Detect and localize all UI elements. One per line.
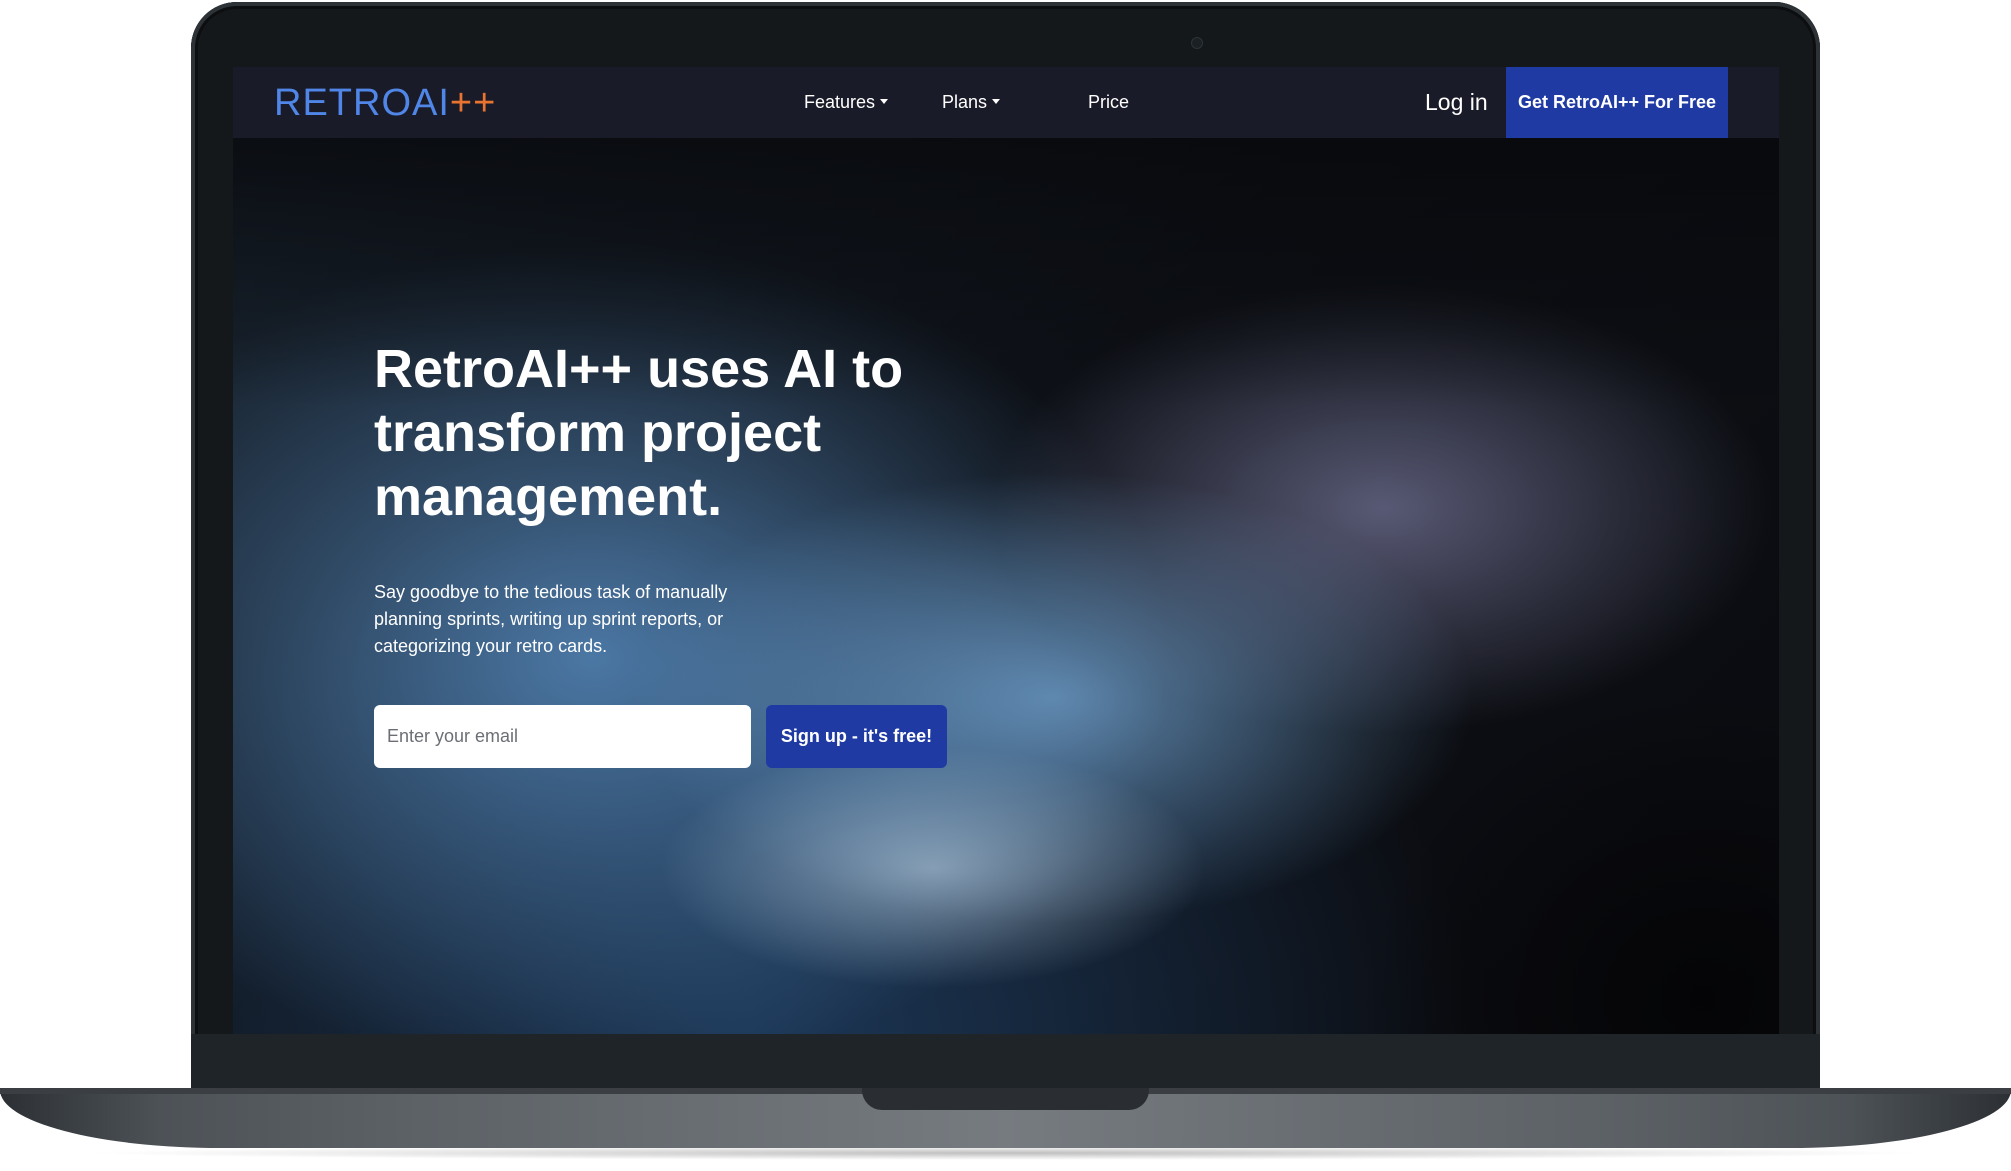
laptop-shadow — [80, 1146, 1931, 1160]
nav-item-price[interactable]: Price — [1088, 91, 1129, 113]
logo-suffix: ++ — [449, 82, 497, 124]
nav-item-label: Features — [804, 92, 876, 112]
camera-dot-icon — [1191, 37, 1203, 49]
nav-item-label: Plans — [942, 92, 988, 112]
login-link[interactable]: Log in — [1425, 88, 1488, 116]
hero-subtext: Say goodbye to the tedious task of manua… — [374, 582, 728, 656]
laptop-notch — [862, 1088, 1149, 1110]
email-input[interactable] — [374, 705, 751, 768]
laptop-chin — [191, 1034, 1820, 1090]
nav-item-label: Price — [1088, 92, 1130, 112]
retroai-logo[interactable]: RETROAI++ — [274, 83, 496, 123]
laptop-mockup: RETROAI++ Features Plans Price Log in Ge… — [0, 0, 2011, 1171]
logo-text: RETROAI — [274, 82, 450, 124]
nav-item-plans[interactable]: Plans — [942, 91, 1001, 113]
caret-down-icon — [880, 99, 889, 104]
laptop-screen: RETROAI++ Features Plans Price Log in Ge… — [233, 67, 1779, 1034]
get-retroai-free-button[interactable]: Get RetroAI++ For Free — [1506, 67, 1728, 138]
hero-headline: RetroAI++ uses AI to transform project m… — [374, 339, 904, 527]
top-navbar: RETROAI++ Features Plans Price Log in Ge… — [233, 67, 1779, 138]
signup-button[interactable]: Sign up - it's free! — [766, 705, 947, 768]
caret-down-icon — [992, 99, 1001, 104]
nav-item-features[interactable]: Features — [804, 91, 889, 113]
